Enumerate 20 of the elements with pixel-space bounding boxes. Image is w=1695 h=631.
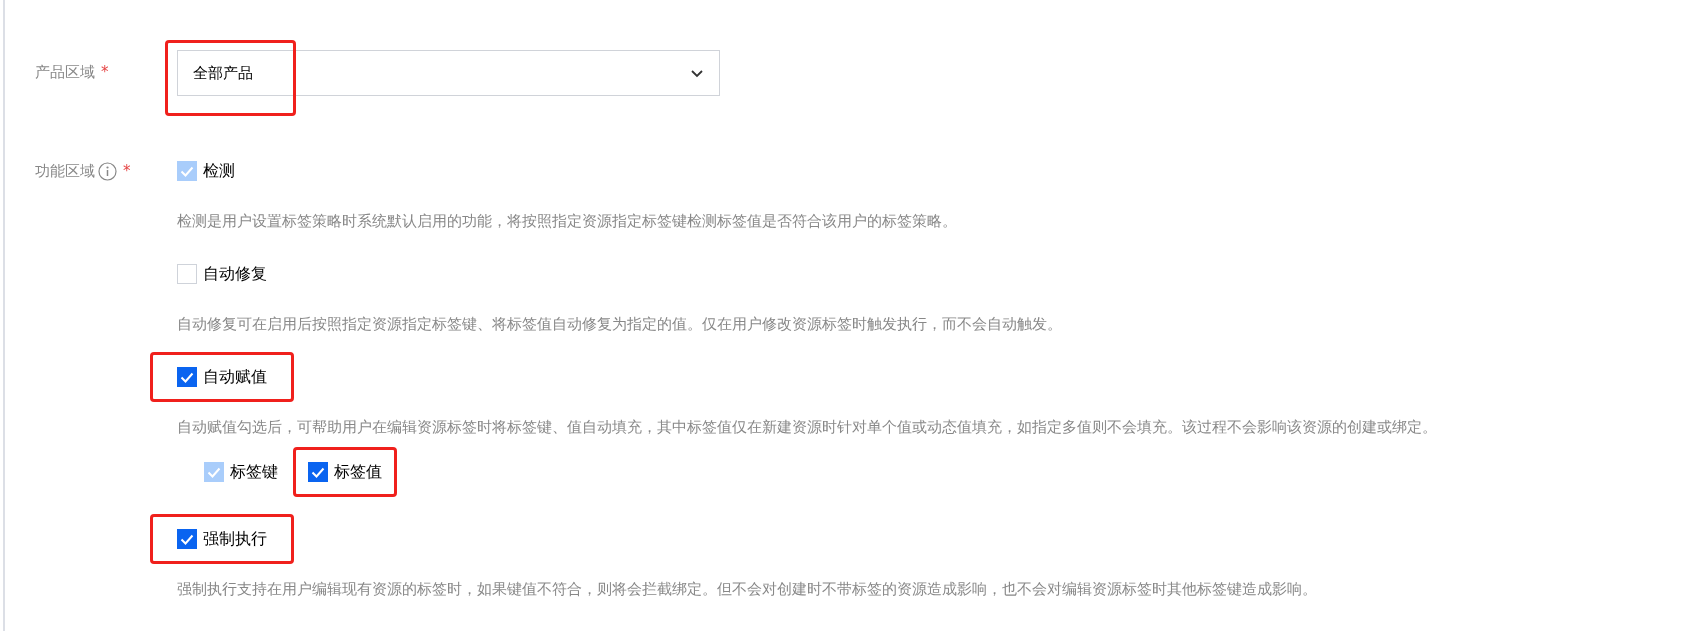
checkmark-icon [207, 466, 221, 478]
option-description: 检测是用户设置标签策略时系统默认启用的功能，将按照指定资源指定标签键检测标签值是否符合该用户的标签策略。 [177, 211, 958, 231]
info-icon [98, 162, 117, 181]
checkbox[interactable]: 标签值 [293, 447, 397, 497]
required-mark: * [123, 161, 131, 181]
checkmark-icon [180, 165, 194, 177]
checkbox[interactable]: 自动赋值 [150, 352, 294, 402]
checkbox[interactable]: 强制执行 [150, 514, 294, 564]
option-description: 自动赋值勾选后，可帮助用户在编辑资源标签时将标签键、值自动填充，其中标签值仅在新建资源时针对单个值或动态值填充，如指定多值则不会填充。该过程不会影响该资源的创建或绑定。 [177, 417, 1438, 437]
field-label: 产品区域 [35, 62, 95, 82]
checkbox[interactable]: 自动修复 [150, 249, 294, 299]
field-label: 功能区域 [35, 161, 95, 181]
product-select[interactable]: 全部产品 [177, 50, 720, 96]
checkmark-icon [180, 533, 194, 545]
required-mark: * [101, 62, 109, 82]
checkmark-icon [311, 466, 325, 478]
option-description: 自动修复可在启用后按照指定资源指定标签键、将标签值自动修复为指定的值。仅在用户修改资源标签时触发执行，而不会自动触发。 [177, 314, 1063, 334]
checkmark-icon [180, 371, 194, 383]
option-description: 强制执行支持在用户编辑现有资源的标签时，如果键值不符合，则将会拦截绑定。但不会对创建时不带标签的资源造成影响，也不会对编辑资源标签时其他标签键造成影响。 [177, 579, 1318, 599]
chevron-down-icon [690, 68, 704, 78]
